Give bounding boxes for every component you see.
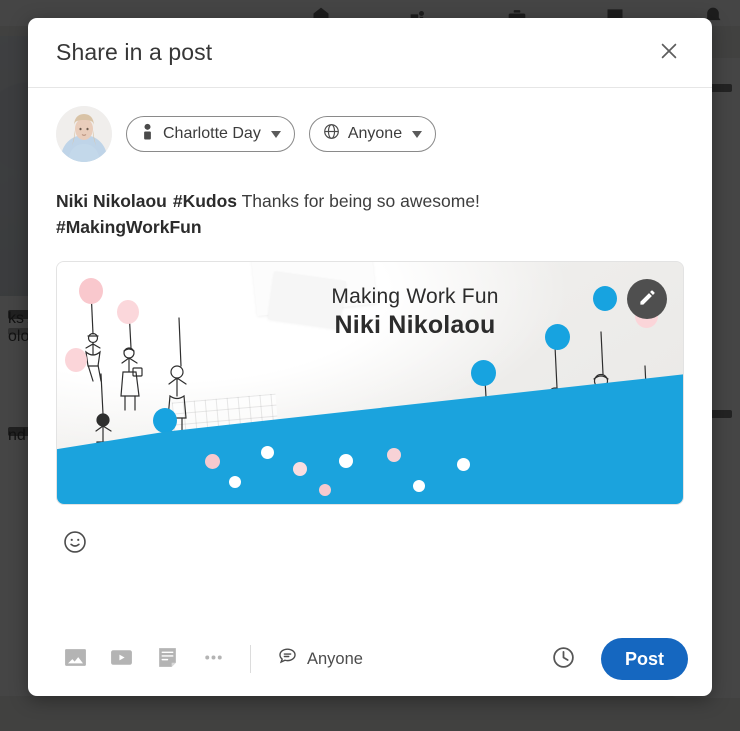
- confetti-dot: [261, 445, 274, 459]
- author-row: Charlotte Day Anyone: [56, 106, 684, 162]
- emoji-button[interactable]: [58, 527, 92, 561]
- balloon-blue: [153, 407, 177, 433]
- audience-pill[interactable]: Anyone: [308, 116, 437, 152]
- emoji-row: [56, 527, 684, 561]
- comment-icon: [277, 646, 298, 672]
- post-text-editor[interactable]: Niki Nikolaou #Kudos Thanks for being so …: [56, 188, 616, 241]
- globe-icon: [323, 123, 340, 145]
- dialog-header: Share in a post: [28, 18, 712, 88]
- balloon-pink: [79, 277, 103, 304]
- pencil-icon: [638, 288, 657, 310]
- clock-icon: [551, 645, 576, 673]
- balloon-blue: [593, 285, 617, 311]
- add-photo-icon: [63, 645, 88, 673]
- add-document-button[interactable]: [146, 638, 188, 680]
- footer-divider: [250, 645, 251, 673]
- media-title-line-1: Making Work Fun: [331, 284, 499, 308]
- media-heading: Making Work Fun Niki Nikolaou: [279, 285, 551, 340]
- share-post-dialog: Share in a post Charlotte Day Anyone Nik…: [28, 18, 712, 696]
- confetti-dot: [319, 483, 331, 496]
- balloon-blue: [471, 359, 496, 386]
- dialog-footer: Anyone Post: [28, 622, 712, 696]
- avatar[interactable]: [56, 106, 112, 162]
- audience-label: Anyone: [347, 125, 403, 142]
- balloon-pink: [117, 299, 139, 324]
- post-mention: Niki Nikolaou: [56, 191, 167, 211]
- confetti-dot: [387, 447, 401, 462]
- balloon-pink: [65, 347, 87, 372]
- chevron-down-icon: [412, 130, 423, 138]
- post-button[interactable]: Post: [600, 638, 688, 680]
- schedule-button[interactable]: [543, 638, 585, 680]
- close-icon: [658, 40, 680, 65]
- more-options-icon: [201, 645, 226, 673]
- confetti-dot: [293, 461, 307, 476]
- author-name-label: Charlotte Day: [163, 125, 261, 142]
- comment-settings-label: Anyone: [307, 649, 363, 668]
- confetti-dot: [205, 453, 220, 469]
- post-hashtag-primary: #Kudos: [172, 191, 238, 211]
- confetti-dot: [413, 479, 425, 492]
- media-title-line-2: Niki Nikolaou: [334, 310, 496, 339]
- media-attachment[interactable]: Making Work Fun Niki Nikolaou: [56, 260, 684, 505]
- app-background: ks A olog nd Share in a post: [0, 0, 740, 731]
- add-photo-button[interactable]: [54, 638, 96, 680]
- add-video-button[interactable]: [100, 638, 142, 680]
- more-options-button[interactable]: [192, 638, 234, 680]
- confetti-dot: [229, 475, 241, 488]
- post-hashtag-secondary: #MakingWorkFun: [56, 217, 202, 238]
- author-name-pill[interactable]: Charlotte Day: [126, 116, 295, 152]
- smiley-icon: [62, 529, 88, 558]
- close-button[interactable]: [650, 34, 688, 72]
- add-document-icon: [155, 645, 180, 673]
- add-video-icon: [109, 645, 134, 673]
- confetti-dot: [339, 453, 353, 468]
- post-body: Thanks for being so awesome!: [237, 191, 480, 211]
- page-title: Share in a post: [56, 39, 213, 65]
- comment-settings-button[interactable]: Anyone: [267, 641, 373, 677]
- dialog-body: Charlotte Day Anyone Niki Nikolaou #Kudo…: [28, 88, 712, 622]
- confetti-dot: [457, 457, 470, 471]
- edit-media-button[interactable]: [627, 278, 667, 319]
- chevron-down-icon: [270, 130, 281, 138]
- person-icon: [140, 123, 155, 145]
